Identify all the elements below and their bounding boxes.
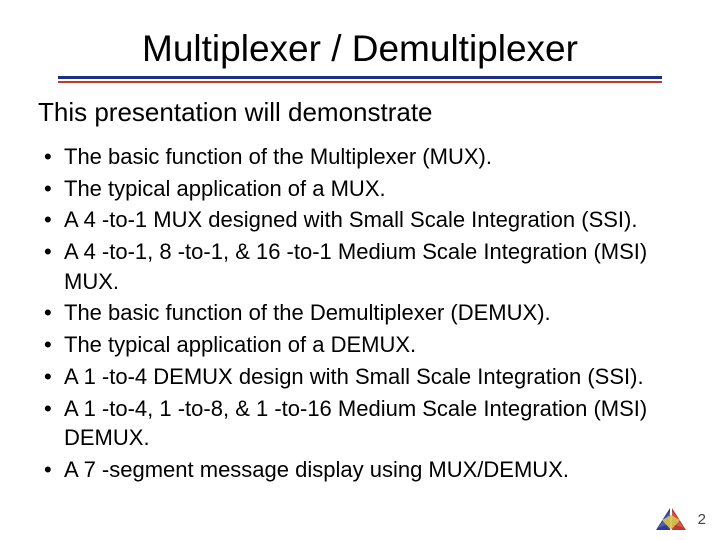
list-item: • The typical application of a MUX.: [42, 174, 684, 204]
bullet-text: A 4 -to-1 MUX designed with Small Scale …: [64, 205, 684, 235]
page-number: 2: [698, 511, 706, 528]
title-wrap: Multiplexer / Demultiplexer: [36, 28, 684, 70]
bullet-icon: •: [42, 174, 64, 204]
list-item: • The basic function of the Demultiplexe…: [42, 298, 684, 328]
bullet-text: A 1 -to-4, 1 -to-8, & 1 -to-16 Medium Sc…: [64, 394, 684, 453]
bullet-text: The basic function of the Multiplexer (M…: [64, 142, 684, 172]
slide: Multiplexer / Demultiplexer This present…: [0, 0, 720, 540]
slide-title: Multiplexer / Demultiplexer: [134, 28, 586, 70]
bullet-icon: •: [42, 455, 64, 485]
bullet-icon: •: [42, 330, 64, 360]
bullet-text: The typical application of a DEMUX.: [64, 330, 684, 360]
slide-logo-icon: [656, 506, 686, 532]
divider-line-bottom: [58, 81, 662, 83]
bullet-list: • The basic function of the Multiplexer …: [42, 142, 684, 485]
list-item: • A 1 -to-4, 1 -to-8, & 1 -to-16 Medium …: [42, 394, 684, 453]
list-item: • A 1 -to-4 DEMUX design with Small Scal…: [42, 362, 684, 392]
bullet-text: A 7 -segment message display using MUX/D…: [64, 455, 684, 485]
bullet-text: A 4 -to-1, 8 -to-1, & 16 -to-1 Medium Sc…: [64, 237, 684, 296]
list-item: • A 7 -segment message display using MUX…: [42, 455, 684, 485]
list-item: • The typical application of a DEMUX.: [42, 330, 684, 360]
list-item: • A 4 -to-1, 8 -to-1, & 16 -to-1 Medium …: [42, 237, 684, 296]
bullet-icon: •: [42, 394, 64, 424]
bullet-icon: •: [42, 237, 64, 267]
bullet-icon: •: [42, 362, 64, 392]
list-item: • The basic function of the Multiplexer …: [42, 142, 684, 172]
intro-text: This presentation will demonstrate: [38, 97, 684, 128]
title-divider: [58, 76, 662, 83]
bullet-icon: •: [42, 205, 64, 235]
list-item: • A 4 -to-1 MUX designed with Small Scal…: [42, 205, 684, 235]
bullet-text: The basic function of the Demultiplexer …: [64, 298, 684, 328]
divider-line-top: [58, 76, 662, 79]
bullet-text: The typical application of a MUX.: [64, 174, 684, 204]
bullet-icon: •: [42, 298, 64, 328]
bullet-icon: •: [42, 142, 64, 172]
bullet-text: A 1 -to-4 DEMUX design with Small Scale …: [64, 362, 684, 392]
